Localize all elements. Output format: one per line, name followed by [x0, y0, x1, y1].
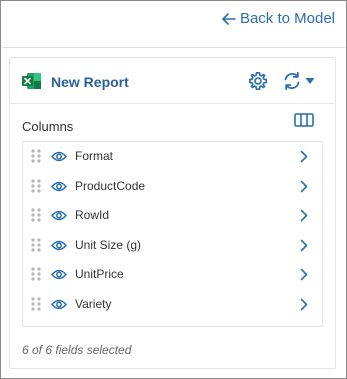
list-item-label: RowId — [75, 208, 110, 222]
drag-handle-icon[interactable] — [31, 267, 41, 281]
eye-icon[interactable] — [51, 181, 67, 192]
chevron-right-icon[interactable] — [300, 150, 308, 163]
columns-icon[interactable] — [294, 113, 314, 127]
list-item[interactable]: Format — [23, 142, 322, 171]
eye-icon[interactable] — [51, 240, 67, 251]
list-item-label: ProductCode — [75, 178, 146, 193]
list-item[interactable]: RowId — [23, 201, 322, 230]
arrow-left-icon — [222, 12, 236, 25]
refresh-icon[interactable] — [282, 71, 302, 91]
caret-down-icon[interactable] — [305, 77, 315, 85]
columns-heading: Columns — [22, 119, 74, 134]
chevron-right-icon[interactable] — [300, 268, 308, 281]
report-title: New Report — [51, 74, 129, 90]
drag-handle-icon[interactable] — [31, 149, 41, 163]
list-item[interactable]: Unit Size (g) — [23, 231, 322, 260]
app-frame: Back to Model New Report Columns Format … — [0, 0, 347, 379]
list-item[interactable]: UnitPrice — [23, 260, 322, 289]
report-panel: New Report Columns Format ProductCode Ro… — [9, 57, 336, 369]
drag-handle-icon[interactable] — [31, 296, 41, 311]
back-to-model-link[interactable]: Back to Model — [222, 10, 335, 27]
gear-icon[interactable] — [248, 71, 268, 91]
drag-handle-icon[interactable] — [31, 178, 41, 193]
list-item-label: UnitPrice — [75, 267, 124, 281]
drag-handle-icon[interactable] — [31, 237, 41, 252]
excel-icon — [22, 73, 41, 89]
chevron-right-icon[interactable] — [300, 209, 308, 222]
columns-list: Format ProductCode RowId Unit Size (g) U… — [22, 141, 323, 327]
chevron-right-icon[interactable] — [300, 298, 308, 311]
back-link-label: Back to Model — [239, 10, 335, 27]
list-item[interactable]: Variety — [23, 290, 322, 319]
eye-icon[interactable] — [51, 269, 67, 280]
eye-icon[interactable] — [51, 151, 67, 162]
list-item-label: Variety — [75, 296, 112, 311]
chevron-right-icon[interactable] — [300, 239, 308, 252]
top-bar: Back to Model — [2, 2, 345, 48]
report-header: New Report — [10, 58, 335, 104]
eye-icon[interactable] — [51, 299, 67, 310]
list-item-label: Unit Size (g) — [75, 237, 142, 252]
eye-icon[interactable] — [51, 210, 67, 221]
list-item-label: Format — [75, 149, 114, 163]
list-item[interactable]: ProductCode — [23, 172, 322, 201]
drag-handle-icon[interactable] — [31, 208, 41, 222]
fields-selected-status: 6 of 6 fields selected — [22, 343, 132, 357]
chevron-right-icon[interactable] — [300, 180, 308, 193]
